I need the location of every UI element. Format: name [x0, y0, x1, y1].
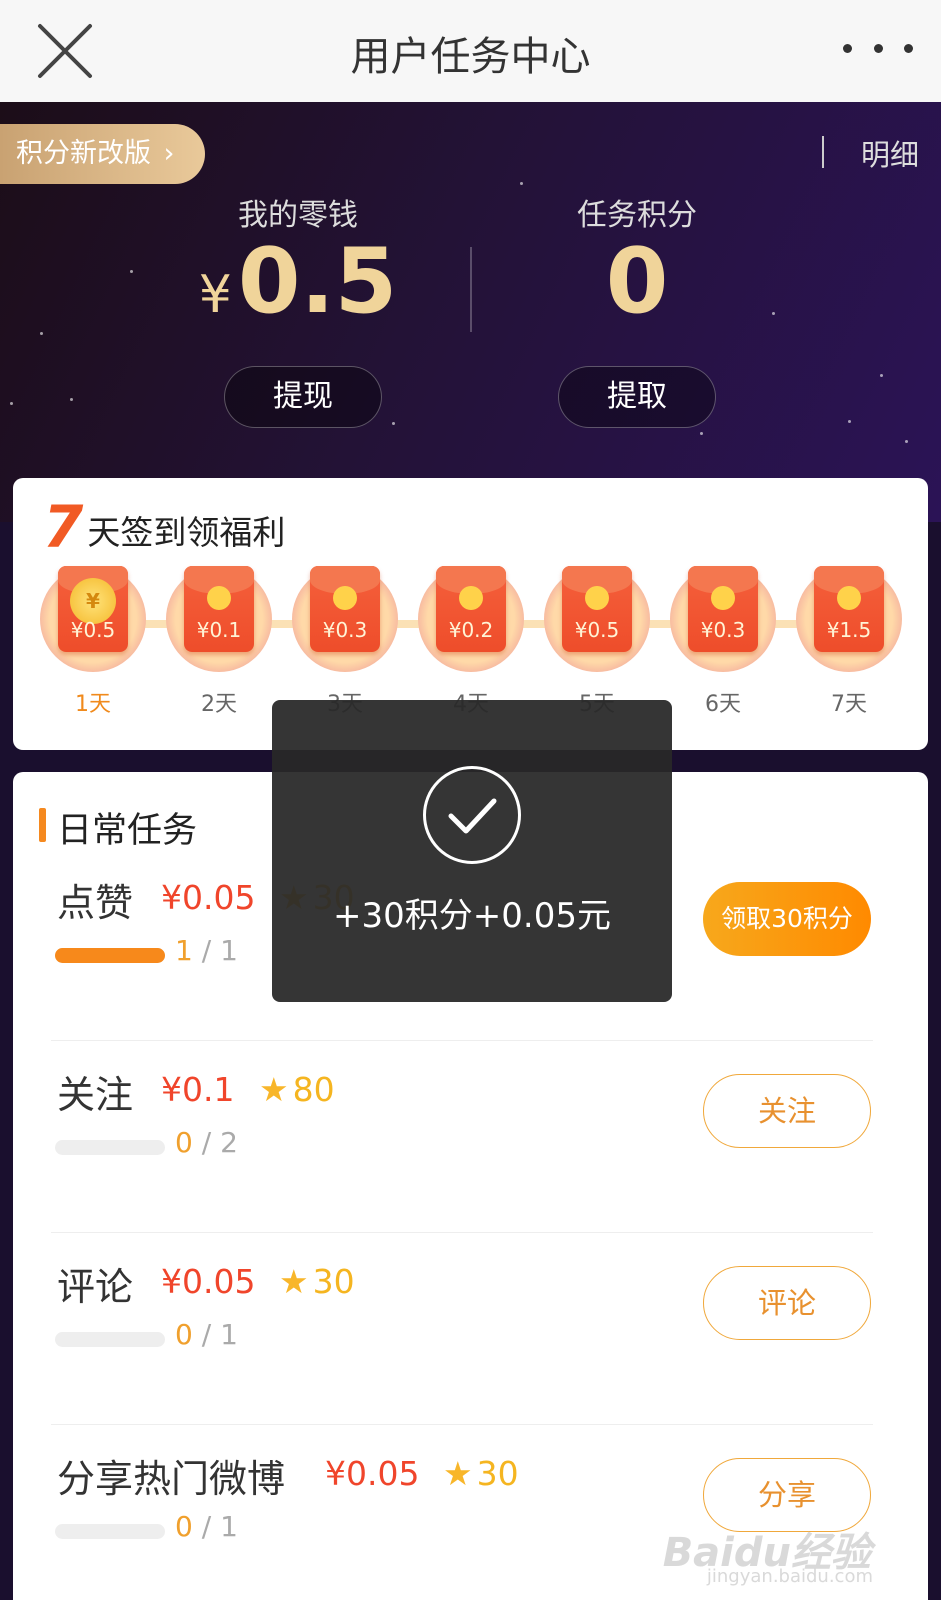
points-version-button[interactable]: 积分新改版 ›	[0, 124, 205, 184]
extract-points-button[interactable]: 提取	[558, 366, 716, 428]
coin-icon	[459, 586, 483, 610]
task-name: 分享热门微博	[57, 1457, 286, 1501]
day-label: 6天	[705, 692, 741, 717]
coin-icon	[585, 586, 609, 610]
task-points-reward: ★ 80	[259, 1070, 335, 1109]
version-label: 积分新改版	[16, 138, 151, 169]
task-points-value: 80	[292, 1070, 335, 1109]
task-progress-count: 0 / 1	[175, 1510, 238, 1543]
task-progress-bar	[55, 1332, 165, 1347]
coin-icon	[207, 586, 231, 610]
claim-points-button[interactable]: 领取30积分	[703, 882, 871, 956]
details-link[interactable]: 明细	[861, 132, 919, 174]
top-nav-bar: 用户任务中心	[0, 0, 941, 102]
task-name: 评论	[57, 1265, 134, 1309]
divider	[51, 1232, 873, 1233]
toast-message: +30积分+0.05元	[333, 896, 611, 936]
task-progress-count: 0 / 1	[175, 1318, 238, 1351]
task-money-reward: ¥0.05	[161, 1262, 256, 1301]
task-points-value: 30	[476, 1454, 519, 1493]
divider	[51, 1424, 873, 1425]
chevron-right-icon: ›	[163, 138, 175, 169]
day-amount: ¥1.5	[826, 618, 872, 642]
checkin-day-6[interactable]: ¥0.3 6天	[670, 566, 776, 726]
follow-button[interactable]: 关注	[703, 1074, 871, 1148]
task-name: 点赞	[57, 881, 134, 925]
daily-tasks-title: 日常任务	[39, 802, 197, 853]
currency-symbol: ¥	[198, 265, 232, 325]
day-label: 2天	[201, 692, 237, 717]
task-points-reward: ★30	[279, 1262, 355, 1301]
day-label: 1天	[75, 692, 111, 717]
wallet-label: 我的零钱	[238, 198, 358, 233]
task-progress-bar	[55, 1140, 165, 1155]
check-icon	[423, 766, 521, 864]
task-name: 关注	[57, 1073, 134, 1117]
day-amount: ¥0.1	[196, 618, 242, 642]
task-progress-count: 1 / 1	[175, 934, 238, 967]
comment-button[interactable]: 评论	[703, 1266, 871, 1340]
coin-icon	[837, 586, 861, 610]
task-comment: 评论 ¥0.05 ★ 30 0 / 1 评论	[51, 1256, 873, 1446]
task-progress-count: 0 / 2	[175, 1126, 238, 1159]
checkin-day-7[interactable]: ¥1.5 7天	[796, 566, 902, 726]
day-amount: ¥0.5	[574, 618, 620, 642]
wallet-amount: ¥0.5	[148, 232, 448, 345]
withdraw-button[interactable]: 提现	[224, 366, 382, 428]
coin-icon	[333, 586, 357, 610]
task-progress-bar	[55, 948, 165, 963]
more-options-icon[interactable]	[843, 28, 913, 68]
day-amount: ¥0.2	[448, 618, 494, 642]
star-icon: ★	[279, 1262, 309, 1301]
success-toast: +30积分+0.05元	[272, 700, 672, 1002]
star-icon: ★	[443, 1454, 473, 1493]
checkin-day-2[interactable]: ¥0.1 2天	[166, 566, 272, 726]
divider	[822, 136, 824, 168]
coin-icon	[711, 586, 735, 610]
task-money-reward: ¥0.05	[325, 1454, 420, 1493]
task-money-reward: ¥0.1	[161, 1070, 235, 1109]
day-amount: ¥0.3	[322, 618, 368, 642]
divider	[51, 1040, 873, 1041]
checkin-title-number: 7	[43, 493, 84, 561]
checkin-title-text: 天签到领福利	[87, 513, 286, 552]
task-progress-bar	[55, 1524, 165, 1539]
stats-divider	[470, 247, 472, 332]
day-amount: ¥0.3	[700, 618, 746, 642]
checkin-day-1[interactable]: ¥ ¥0.5 1天	[40, 566, 146, 726]
baidu-watermark-url: jingyan.baidu.com	[706, 1566, 873, 1587]
task-follow: 关注 ¥0.1 ★ 80 0 / 2 关注	[51, 1064, 873, 1254]
checkin-title: 7 天签到领福利	[43, 493, 286, 561]
day-label: 7天	[831, 692, 867, 717]
wallet-value: 0.5	[237, 229, 398, 334]
day-amount: ¥0.5	[70, 618, 116, 642]
page-title: 用户任务中心	[350, 34, 591, 80]
points-value: 0	[605, 229, 669, 334]
task-money-reward: ¥0.05	[161, 878, 256, 917]
star-icon: ★	[259, 1070, 289, 1109]
wallet-header: 积分新改版 › 明细 我的零钱 ¥0.5 任务积分 0 提现 提取	[0, 102, 941, 522]
task-points-value: 30	[312, 1262, 355, 1301]
points-label: 任务积分	[577, 198, 697, 233]
task-progress-fill	[55, 948, 165, 963]
task-points-reward: ★30	[443, 1454, 519, 1493]
